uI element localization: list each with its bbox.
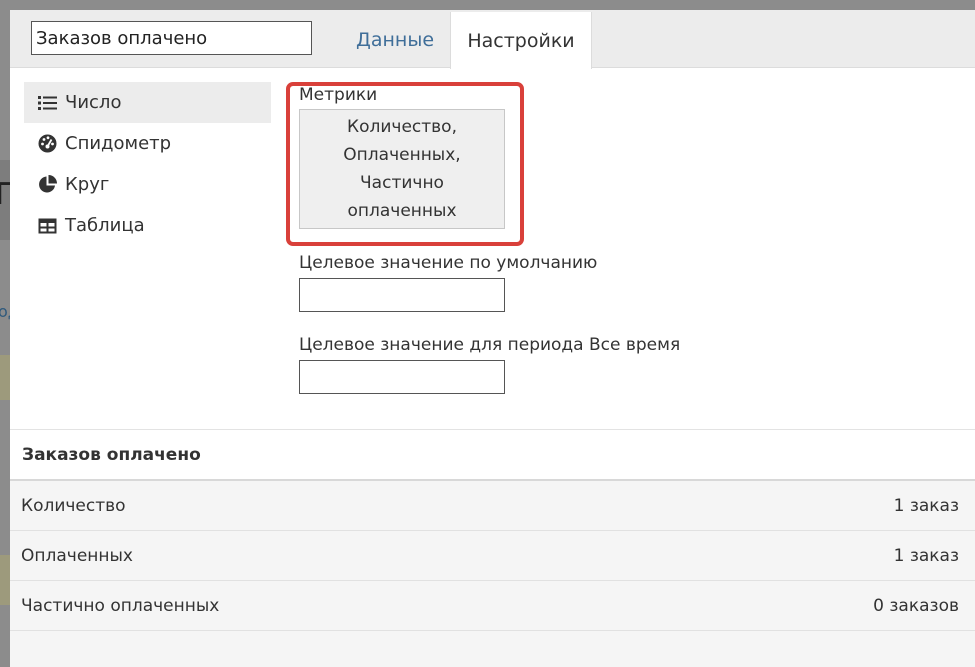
table-icon (38, 218, 58, 234)
widget-type-menu: Число Спидометр Круг Таблица (24, 82, 271, 246)
sidebar-item-number[interactable]: Число (24, 82, 271, 123)
sidebar-item-label: Спидометр (65, 133, 172, 154)
sidebar-item-label: Таблица (65, 215, 145, 236)
row-value: 1 заказ (893, 545, 959, 566)
tab-data[interactable]: Данные (340, 12, 450, 68)
sidebar-item-table[interactable]: Таблица (24, 205, 271, 246)
table-row: Количество 1 заказ (10, 481, 975, 531)
metrics-label: Метрики (299, 85, 378, 105)
row-label: Оплаченных (21, 545, 133, 566)
table-row: Оплаченных 1 заказ (10, 531, 975, 581)
pie-chart-icon (38, 175, 58, 194)
sidebar-item-circle[interactable]: Круг (24, 164, 271, 205)
sidebar-item-speedometer[interactable]: Спидометр (24, 123, 271, 164)
list-icon (38, 95, 58, 111)
preview-table: Количество 1 заказ Оплаченных 1 заказ Ча… (10, 481, 975, 667)
metric-option: Частично (360, 173, 444, 193)
metric-option: Количество, (347, 117, 457, 137)
tab-settings[interactable]: Настройки (450, 12, 592, 69)
metric-option: оплаченных (347, 201, 457, 221)
sidebar-item-label: Круг (65, 174, 110, 195)
widget-title-input[interactable] (31, 21, 312, 55)
period-target-input[interactable] (299, 360, 505, 394)
metrics-select[interactable]: Количество, Оплаченных, Частично оплачен… (299, 109, 505, 229)
dashboard-icon (38, 134, 58, 153)
row-value: 0 заказов (873, 595, 959, 616)
metric-option: Оплаченных, (343, 145, 461, 165)
preview-title: Заказов оплачено (10, 429, 975, 481)
table-row: Частично оплаченных 0 заказов (10, 581, 975, 631)
default-target-input[interactable] (299, 278, 505, 312)
sidebar-item-label: Число (65, 92, 122, 113)
period-target-label: Целевое значение для периода Все время (299, 335, 681, 355)
row-label: Частично оплаченных (21, 595, 220, 616)
widget-settings-modal: Данные Настройки Число Спидометр Круг (10, 10, 975, 667)
row-value: 1 заказ (893, 495, 959, 516)
modal-header: Данные Настройки (10, 10, 975, 69)
row-label: Количество (21, 495, 126, 516)
default-target-label: Целевое значение по умолчанию (299, 253, 598, 273)
